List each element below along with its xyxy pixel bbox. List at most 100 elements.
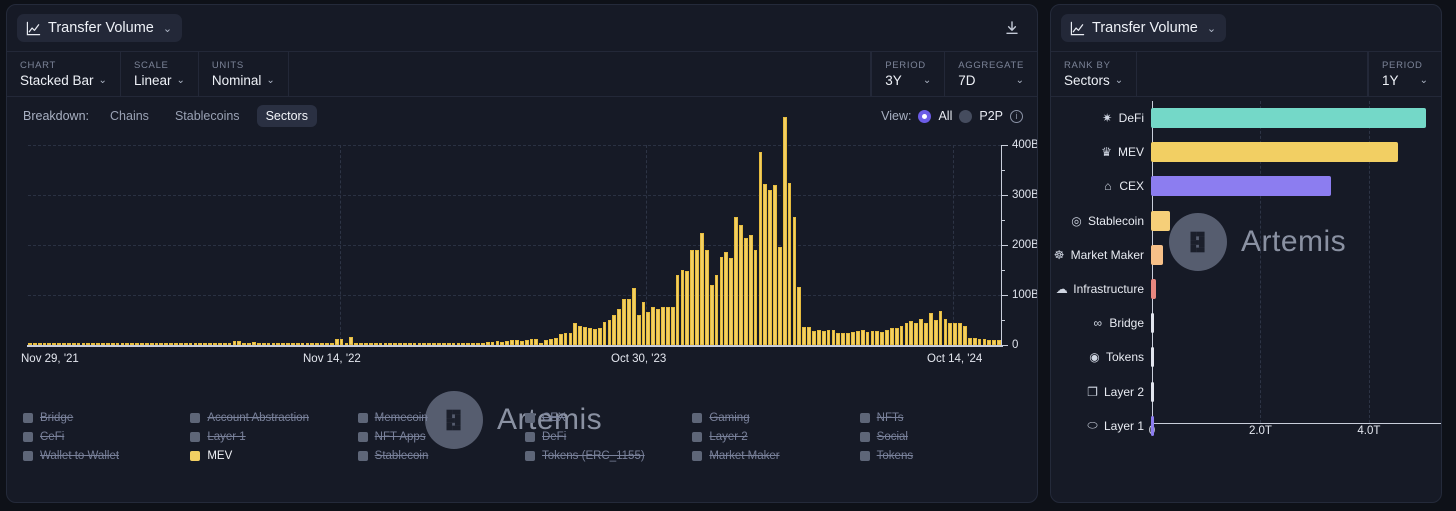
bar[interactable] (841, 333, 845, 345)
bar[interactable] (812, 331, 816, 345)
bar[interactable] (944, 319, 948, 345)
bar[interactable] (797, 287, 801, 345)
bar[interactable] (593, 329, 597, 345)
metric-selector-button[interactable]: Transfer Volume ⌄ (17, 14, 182, 42)
legend-item[interactable]: CEX (525, 409, 686, 427)
breakdown-option-sectors[interactable]: Sectors (257, 105, 317, 127)
legend-item[interactable]: Layer 1 (190, 428, 351, 446)
plot-area[interactable] (27, 145, 1001, 345)
legend-item[interactable]: DeFi (525, 428, 686, 446)
rank-row[interactable]: ◎Stablecoin (1051, 204, 1441, 238)
bar[interactable] (778, 247, 782, 345)
rank-bar[interactable] (1151, 313, 1154, 333)
bar[interactable] (622, 299, 626, 345)
bar[interactable] (939, 311, 943, 345)
info-icon[interactable]: i (1010, 110, 1023, 123)
bar[interactable] (603, 322, 607, 345)
control-chart[interactable]: CHART Stacked Bar ⌄ (7, 52, 121, 96)
bar[interactable] (685, 271, 689, 345)
bar[interactable] (958, 323, 962, 345)
rank-row[interactable]: ☁Infrastructure (1051, 272, 1441, 306)
bar[interactable] (871, 331, 875, 345)
legend-item[interactable]: Gaming (692, 409, 853, 427)
bar[interactable] (856, 331, 860, 345)
bar[interactable] (666, 307, 670, 345)
bar[interactable] (695, 250, 699, 345)
bar[interactable] (948, 323, 952, 345)
bar[interactable] (817, 330, 821, 345)
bar[interactable] (598, 328, 602, 345)
legend-item[interactable]: MEV (190, 447, 351, 465)
control-period[interactable]: PERIOD 3Y ⌄ (871, 52, 944, 96)
bar[interactable] (554, 338, 558, 345)
bar[interactable] (690, 250, 694, 345)
bar[interactable] (583, 327, 587, 345)
breakdown-option-chains[interactable]: Chains (101, 105, 158, 127)
bar[interactable] (588, 328, 592, 345)
bar[interactable] (559, 334, 563, 345)
bar[interactable] (637, 315, 641, 345)
breakdown-option-stablecoins[interactable]: Stablecoins (166, 105, 249, 127)
bar[interactable] (783, 117, 787, 345)
rank-bar[interactable] (1151, 347, 1154, 367)
rank-bar[interactable] (1151, 108, 1426, 128)
control-rank-by-value[interactable]: Sectors ⌄ (1064, 72, 1123, 89)
bar[interactable] (885, 330, 889, 345)
bar[interactable] (627, 299, 631, 345)
bar[interactable] (973, 338, 977, 345)
rank-row[interactable]: ⌂CEX (1051, 169, 1441, 203)
legend-item[interactable]: Social (860, 428, 1021, 446)
bar[interactable] (866, 332, 870, 345)
rank-row[interactable]: ✷DeFi (1051, 101, 1441, 135)
bar[interactable] (807, 327, 811, 345)
bar[interactable] (793, 217, 797, 345)
rank-bar[interactable] (1151, 279, 1156, 299)
control-chart-value[interactable]: Stacked Bar ⌄ (20, 72, 107, 89)
bar[interactable] (953, 323, 957, 345)
bar[interactable] (749, 235, 753, 345)
bar[interactable] (754, 250, 758, 345)
bar[interactable] (909, 321, 913, 345)
legend-item[interactable]: Layer 2 (692, 428, 853, 446)
legend-item[interactable]: NFTs (860, 409, 1021, 427)
legend-item[interactable]: Bridge (23, 409, 184, 427)
bar[interactable] (651, 307, 655, 345)
rank-row[interactable]: ⬭Layer 1 (1051, 409, 1441, 443)
rank-bar[interactable] (1151, 176, 1331, 196)
bar[interactable] (759, 152, 763, 345)
bar[interactable] (734, 217, 738, 345)
control-scale[interactable]: SCALE Linear ⌄ (121, 52, 199, 96)
legend-item[interactable]: NFT Apps (358, 428, 519, 446)
rank-bar[interactable] (1151, 142, 1398, 162)
bar[interactable] (710, 285, 714, 345)
bar[interactable] (676, 275, 680, 345)
bar[interactable] (827, 330, 831, 345)
bar[interactable] (895, 328, 899, 345)
legend-item[interactable]: Market Maker (692, 447, 853, 465)
view-radio-p2p[interactable] (959, 110, 972, 123)
bar[interactable] (968, 338, 972, 345)
rank-row[interactable]: ☸Market Maker (1051, 238, 1441, 272)
bar[interactable] (768, 190, 772, 345)
bar[interactable] (851, 332, 855, 345)
bar[interactable] (880, 332, 884, 345)
legend-item[interactable]: Stablecoin (358, 447, 519, 465)
bar[interactable] (763, 184, 767, 345)
rank-row[interactable]: ∞Bridge (1051, 306, 1441, 340)
bar[interactable] (739, 225, 743, 345)
bar[interactable] (705, 250, 709, 345)
bar[interactable] (715, 275, 719, 345)
rank-metric-selector-button[interactable]: Transfer Volume ⌄ (1061, 14, 1226, 42)
bar[interactable] (846, 333, 850, 345)
bar[interactable] (832, 330, 836, 345)
legend-item[interactable]: Account Abstraction (190, 409, 351, 427)
bar[interactable] (656, 309, 660, 345)
bar[interactable] (861, 330, 865, 345)
bar[interactable] (929, 313, 933, 345)
bar[interactable] (349, 337, 353, 345)
control-rank-by[interactable]: RANK BY Sectors ⌄ (1051, 52, 1137, 96)
control-aggregate[interactable]: AGGREGATE 7D ⌄ (944, 52, 1037, 96)
control-scale-value[interactable]: Linear ⌄ (134, 72, 185, 89)
bar[interactable] (836, 333, 840, 345)
bar[interactable] (914, 323, 918, 345)
